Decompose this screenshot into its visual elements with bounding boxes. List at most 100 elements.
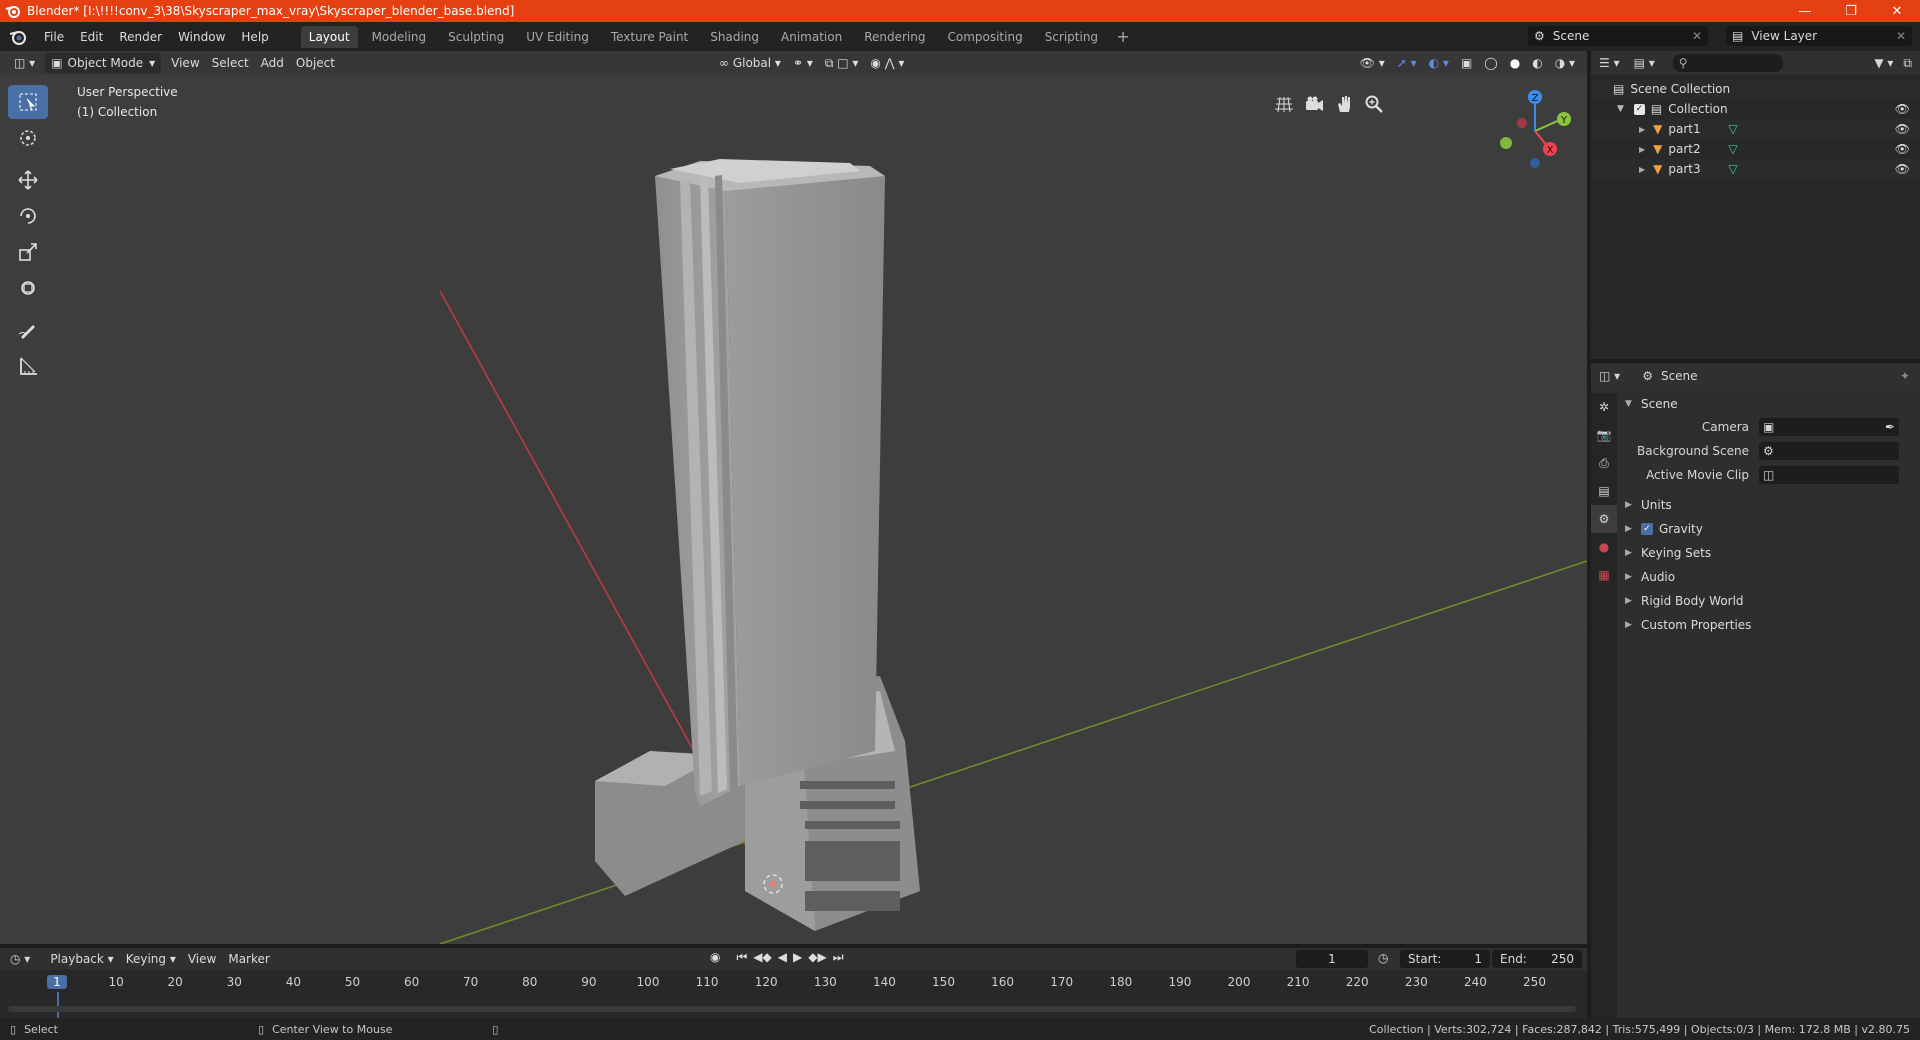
tab-shading[interactable]: Shading	[702, 26, 767, 48]
outliner-editor-icon[interactable]: ☰ ▾	[1599, 56, 1620, 70]
shading-material-icon[interactable]: ◐	[1526, 53, 1548, 73]
panel-gravity[interactable]: ▶ ✓ Gravity	[1619, 517, 1920, 541]
cursor-tool[interactable]	[8, 121, 48, 155]
outliner-scene-collection[interactable]: ▤ Scene Collection	[1591, 79, 1920, 99]
menu-add[interactable]: Add	[255, 53, 290, 73]
add-workspace-button[interactable]: +	[1112, 26, 1134, 48]
tab-world-icon[interactable]: ●	[1591, 533, 1617, 561]
ortho-toggle-button[interactable]	[1269, 89, 1299, 119]
gizmo-neg-x-icon[interactable]	[1517, 118, 1527, 128]
tab-tool-icon[interactable]: ✲	[1591, 393, 1617, 421]
close-icon[interactable]: ✕	[1896, 29, 1906, 43]
menu-select[interactable]: Select	[206, 53, 255, 73]
play-reverse-icon[interactable]: ◀	[778, 950, 787, 965]
menu-edit[interactable]: Edit	[72, 26, 111, 48]
menu-marker[interactable]: Marker	[222, 949, 275, 969]
tab-scene-icon[interactable]: ⚙	[1591, 505, 1617, 533]
expand-arrow-icon[interactable]: ▶	[1639, 145, 1645, 154]
outliner-search-input[interactable]: ⚲	[1672, 54, 1783, 72]
tab-output-icon[interactable]: ⎙	[1591, 449, 1617, 477]
tab-uv-editing[interactable]: UV Editing	[518, 26, 597, 48]
annotate-tool[interactable]	[8, 313, 48, 347]
overlay-toggle-icon[interactable]: ◐ ▾	[1423, 53, 1455, 73]
menu-window[interactable]: Window	[170, 26, 233, 48]
tab-texture-icon[interactable]: ▦	[1591, 561, 1617, 589]
background-scene-field[interactable]: ⚙	[1759, 442, 1899, 460]
visibility-icon[interactable]: 👁 ▾	[1354, 53, 1391, 73]
object-mode-dropdown[interactable]: ▣ Object Mode ▾	[45, 53, 162, 73]
panel-keying-sets[interactable]: ▶ Keying Sets	[1619, 541, 1920, 565]
prev-keyframe-icon[interactable]: ◀◆	[753, 950, 771, 965]
eye-icon[interactable]: 👁	[1895, 102, 1910, 116]
outliner-item-part2[interactable]: ▶ ▼ part2 ▽ 👁	[1591, 139, 1920, 159]
rotate-tool[interactable]	[8, 199, 48, 233]
maximize-button[interactable]: ❐	[1828, 0, 1874, 22]
pin-icon[interactable]: ✦	[1900, 369, 1910, 383]
minimize-button[interactable]: —	[1782, 0, 1828, 22]
panel-scene-header[interactable]: ▼ Scene	[1619, 393, 1920, 415]
tab-rendering[interactable]: Rendering	[856, 26, 933, 48]
gizmo-toggle-icon[interactable]: ➚ ▾	[1391, 53, 1423, 73]
editor-type-icon[interactable]: ◫ ▾	[8, 53, 41, 73]
outliner-item-part1[interactable]: ▶ ▼ part1 ▽ 👁	[1591, 119, 1920, 139]
mesh-data-icon[interactable]: ▽	[1728, 122, 1737, 136]
menu-help[interactable]: Help	[233, 26, 276, 48]
timeline-scrollbar[interactable]	[8, 1006, 1576, 1012]
gizmo-neg-z-icon[interactable]	[1530, 158, 1540, 168]
eye-icon[interactable]: 👁	[1895, 122, 1910, 136]
view-layer-selector[interactable]: ▤ View Layer ✕	[1726, 26, 1912, 46]
playhead-line[interactable]	[57, 992, 59, 1018]
3d-viewport[interactable]: ◫ ▾ ▣ Object Mode ▾ View Select Add Obje…	[0, 51, 1587, 944]
mesh-data-icon[interactable]: ▽	[1728, 142, 1737, 156]
menu-timeline-view[interactable]: View	[182, 949, 222, 969]
tab-layout[interactable]: Layout	[300, 25, 358, 48]
outliner-collection-row[interactable]: ▼ ✓ ▤ Collection 👁	[1591, 99, 1920, 119]
select-box-tool[interactable]	[8, 85, 48, 119]
current-frame-field[interactable]: 1	[1296, 950, 1368, 968]
shading-solid-icon[interactable]: ●	[1504, 53, 1526, 73]
properties-editor-icon[interactable]: ◫ ▾	[1599, 369, 1620, 383]
play-icon[interactable]: ▶	[793, 950, 802, 965]
shading-rendered-icon[interactable]: ◑ ▾	[1549, 53, 1581, 73]
menu-render[interactable]: Render	[111, 26, 170, 48]
panel-custom-properties[interactable]: ▶ Custom Properties	[1619, 613, 1920, 637]
outliner-item-part3[interactable]: ▶ ▼ part3 ▽ 👁	[1591, 159, 1920, 179]
close-icon[interactable]: ✕	[1692, 29, 1702, 43]
timeline-ruler[interactable]: 1 10 20 30 40 50 60 70 80 90 100 110 120 130 140 150 160…	[0, 972, 1587, 1018]
snap-icon[interactable]: ⧉ □ ▾	[819, 53, 865, 73]
scene-selector[interactable]: ⚙ Scene ✕	[1528, 26, 1708, 46]
proportional-edit-icon[interactable]: ◉ ⋀ ▾	[864, 53, 910, 73]
menu-playback[interactable]: Playback ▾	[44, 949, 119, 969]
shading-wireframe-icon[interactable]: ◯	[1478, 53, 1503, 73]
scale-tool[interactable]	[8, 235, 48, 269]
zoom-view-button[interactable]	[1359, 89, 1389, 119]
menu-keying[interactable]: Keying ▾	[120, 949, 182, 969]
panel-units[interactable]: ▶ Units	[1619, 493, 1920, 517]
move-tool[interactable]	[8, 163, 48, 197]
clock-icon[interactable]: ◷	[1378, 951, 1388, 965]
expand-arrow-icon[interactable]: ▼	[1617, 104, 1624, 114]
tab-view-layer-icon[interactable]: ▤	[1591, 477, 1617, 505]
close-button[interactable]: ✕	[1874, 0, 1920, 22]
navigation-gizmo[interactable]: Z Y X	[1490, 83, 1580, 173]
menu-view[interactable]: View	[165, 53, 205, 73]
eye-icon[interactable]: 👁	[1895, 142, 1910, 156]
collection-checkbox[interactable]: ✓	[1633, 103, 1645, 115]
panel-audio[interactable]: ▶ Audio	[1619, 565, 1920, 589]
pan-view-button[interactable]	[1329, 89, 1359, 119]
tab-sculpting[interactable]: Sculpting	[440, 26, 512, 48]
transform-orientation-dropdown[interactable]: ∞ Global ▾	[713, 53, 787, 73]
jump-end-icon[interactable]: ⏭	[833, 950, 844, 965]
gravity-checkbox[interactable]: ✓	[1641, 523, 1653, 535]
transform-tool[interactable]	[8, 271, 48, 305]
tab-scripting[interactable]: Scripting	[1037, 26, 1106, 48]
mesh-data-icon[interactable]: ▽	[1728, 162, 1737, 176]
gizmo-neg-y-icon[interactable]	[1500, 137, 1512, 149]
record-icon[interactable]: ◉	[710, 950, 720, 965]
tab-texture-paint[interactable]: Texture Paint	[603, 26, 696, 48]
display-mode-icon[interactable]: ▤ ▾	[1634, 56, 1655, 70]
camera-field[interactable]: ▣ ✒	[1759, 418, 1899, 436]
panel-rigid-body-world[interactable]: ▶ Rigid Body World	[1619, 589, 1920, 613]
new-collection-icon[interactable]: ⧉	[1903, 56, 1912, 71]
menu-file[interactable]: File	[36, 26, 72, 48]
